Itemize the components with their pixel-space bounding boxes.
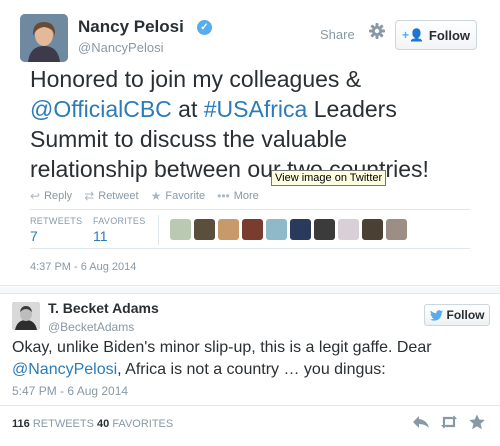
gear-icon[interactable] bbox=[368, 22, 386, 40]
retweet-icon[interactable] bbox=[440, 414, 458, 430]
favoriter-avatar[interactable] bbox=[290, 219, 311, 240]
favorite-action[interactable]: ★ Favorite bbox=[151, 189, 206, 203]
reply-icon[interactable] bbox=[412, 414, 430, 430]
star-icon[interactable] bbox=[468, 414, 486, 430]
divider bbox=[158, 215, 159, 245]
favoriter-avatar[interactable] bbox=[338, 219, 359, 240]
favoriter-avatar[interactable] bbox=[362, 219, 383, 240]
favorites-count: 11 bbox=[93, 228, 108, 244]
divider bbox=[0, 405, 500, 406]
favorites-count: 40 bbox=[97, 418, 110, 430]
follow-label: Follow bbox=[428, 27, 471, 43]
tweet-actions: ↩ Reply ⇄ Retweet ★ Favorite ••• More bbox=[30, 189, 259, 203]
retweets-count: 116 bbox=[12, 418, 30, 430]
tweet-text: Honored to join my colleagues & @Officia… bbox=[30, 64, 470, 184]
avatar[interactable] bbox=[20, 14, 68, 62]
tweet-text: Okay, unlike Biden's minor slip-up, this… bbox=[12, 337, 488, 381]
share-link[interactable]: Share bbox=[320, 27, 355, 42]
retweets-label: RETWEETS bbox=[30, 216, 83, 226]
star-icon: ★ bbox=[150, 189, 162, 203]
tweet-timestamp[interactable]: 5:47 PM - 6 Aug 2014 bbox=[12, 384, 128, 398]
more-action[interactable]: ••• More bbox=[217, 189, 259, 203]
add-user-icon: +👤 bbox=[401, 28, 424, 42]
follow-label: Follow bbox=[446, 308, 485, 322]
favoriter-avatar[interactable] bbox=[170, 219, 191, 240]
favorites-label: FAVORITES bbox=[112, 418, 174, 430]
mention-link[interactable]: @NancyPelosi bbox=[12, 361, 117, 378]
avatar[interactable] bbox=[12, 302, 40, 330]
favoriter-avatars bbox=[170, 219, 407, 240]
embedded-tweet: Nancy Pelosi ✓ @NancyPelosi Share +👤 Fol… bbox=[0, 0, 500, 286]
reply-label: Reply bbox=[44, 190, 73, 202]
divider bbox=[30, 248, 470, 249]
engagement-counts: 116 RETWEETS 40 FAVORITES bbox=[12, 418, 173, 430]
author-name[interactable]: T. Becket Adams bbox=[48, 300, 159, 316]
follow-button[interactable]: Follow bbox=[424, 304, 490, 326]
favorite-label: Favorite bbox=[165, 190, 206, 202]
tweet-text-part: , Africa is not a country … you dingus: bbox=[117, 361, 386, 378]
favoriter-avatar[interactable] bbox=[314, 219, 335, 240]
divider bbox=[30, 209, 470, 210]
tweet-actions bbox=[412, 414, 486, 430]
follow-button[interactable]: +👤 Follow bbox=[395, 20, 477, 50]
hashtag-link[interactable]: #USAfrica bbox=[204, 96, 308, 122]
more-label: More bbox=[233, 190, 259, 202]
favorites-label: FAVORITES bbox=[93, 216, 146, 226]
tweet-text-part: Honored to join my colleagues & bbox=[30, 66, 362, 92]
favoriter-avatar[interactable] bbox=[266, 219, 287, 240]
tweet-text-part: Okay, unlike Biden's minor slip-up, this… bbox=[12, 339, 432, 356]
tweet-text-part: at bbox=[171, 96, 204, 122]
favorites-stat[interactable]: FAVORITES 11 bbox=[93, 216, 146, 244]
favoriter-avatar[interactable] bbox=[386, 219, 407, 240]
retweet-action[interactable]: ⇄ Retweet bbox=[84, 189, 138, 203]
mention-link[interactable]: @OfficialCBC bbox=[30, 96, 172, 122]
twitter-bird-icon bbox=[429, 309, 443, 321]
tooltip: View image on Twitter bbox=[271, 170, 387, 186]
section-separator bbox=[0, 287, 500, 294]
author-name[interactable]: Nancy Pelosi bbox=[78, 17, 184, 37]
author-handle[interactable]: @BecketAdams bbox=[48, 320, 134, 334]
author-handle[interactable]: @NancyPelosi bbox=[78, 40, 163, 55]
retweets-stat[interactable]: RETWEETS 7 bbox=[30, 216, 82, 244]
retweet-icon: ⇄ bbox=[84, 189, 95, 203]
favoriter-avatar[interactable] bbox=[242, 219, 263, 240]
reply-icon: ↩ bbox=[30, 189, 41, 203]
ellipsis-icon: ••• bbox=[217, 189, 230, 203]
favoriter-avatar[interactable] bbox=[218, 219, 239, 240]
reply-action[interactable]: ↩ Reply bbox=[30, 189, 72, 203]
retweet-label: Retweet bbox=[98, 190, 139, 202]
retweets-label: RETWEETS bbox=[32, 418, 94, 430]
favoriter-avatar[interactable] bbox=[194, 219, 215, 240]
retweets-count: 7 bbox=[30, 228, 38, 244]
verified-badge-icon: ✓ bbox=[197, 20, 212, 35]
tweet-timestamp[interactable]: 4:37 PM - 6 Aug 2014 bbox=[30, 261, 136, 273]
